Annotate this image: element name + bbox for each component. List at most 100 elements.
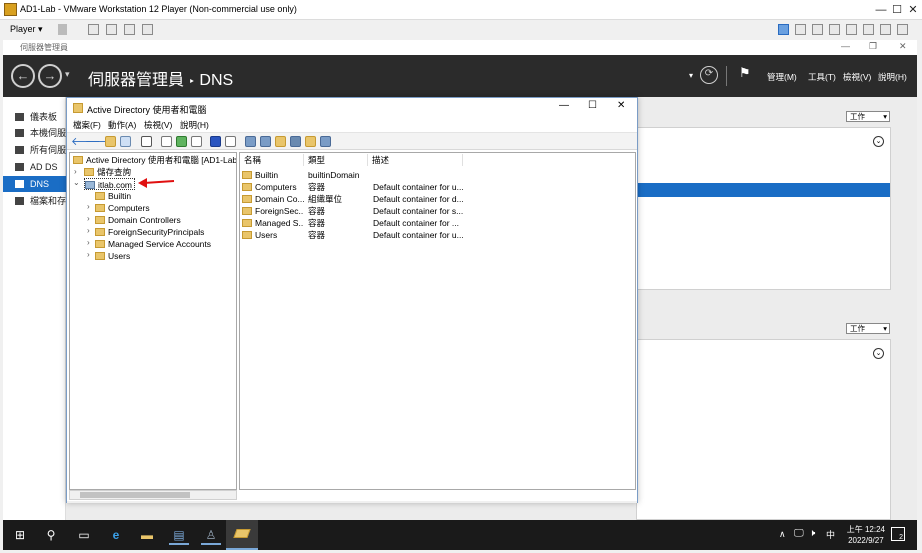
aduc-maximize-button[interactable]: ☐ xyxy=(588,100,597,111)
refresh-icon[interactable]: ⟳ xyxy=(700,66,718,84)
sm-minimize-button[interactable]: — xyxy=(841,41,850,51)
server-manager-taskbar-icon[interactable]: ▤ xyxy=(169,525,189,545)
menu-action[interactable]: 動作(A) xyxy=(108,119,136,131)
dns-console-taskbar-icon[interactable]: ♙ xyxy=(201,525,221,545)
tree-item-domain[interactable]: itlab.com xyxy=(84,178,136,190)
expand-arrow-icon[interactable]: › xyxy=(87,250,90,259)
device-status-icon[interactable] xyxy=(812,24,823,35)
search-icon[interactable]: ⚲ xyxy=(41,525,61,545)
expand-arrow-icon[interactable]: › xyxy=(87,202,90,211)
removable-devices-icon[interactable] xyxy=(106,24,117,35)
device-status-icon[interactable] xyxy=(846,24,857,35)
expand-arrow-icon[interactable]: › xyxy=(87,226,90,235)
show-console-icon[interactable] xyxy=(225,136,236,147)
fullscreen-icon[interactable] xyxy=(124,24,135,35)
network-icon[interactable]: 🖵 xyxy=(794,528,804,539)
list-row-name[interactable]: Domain Co... xyxy=(242,193,304,205)
refresh-icon[interactable] xyxy=(176,136,187,147)
system-clock[interactable]: 上午 12:24 2022/9/27 xyxy=(847,524,885,546)
tasks-dropdown-2[interactable]: 工作 ▾ xyxy=(846,323,890,334)
column-header-name[interactable]: 名稱 xyxy=(240,154,304,166)
device-status-icon[interactable] xyxy=(829,24,840,35)
menu-view[interactable]: 檢視(V) xyxy=(144,119,172,131)
tree-root[interactable]: Active Directory 使用者和電腦 [AD1-Lab.itl xyxy=(73,154,236,166)
add-to-group-icon[interactable] xyxy=(320,136,331,147)
tree-item-builtin[interactable]: Builtin xyxy=(95,190,131,202)
menu-manage[interactable]: 管理(M) xyxy=(767,71,797,83)
send-ctrl-alt-del-icon[interactable] xyxy=(88,24,99,35)
up-folder-icon[interactable] xyxy=(105,136,116,147)
file-explorer-icon[interactable]: ▬ xyxy=(137,525,157,545)
forward-icon[interactable]: → xyxy=(38,64,62,88)
refresh-dropdown-icon[interactable]: ▾ xyxy=(689,71,693,80)
internet-explorer-icon[interactable]: e xyxy=(106,525,126,545)
device-status-icon[interactable] xyxy=(897,24,908,35)
tree-item-computers[interactable]: Computers xyxy=(95,202,150,214)
tasks-dropdown[interactable]: 工作 ▾ xyxy=(846,111,890,122)
new-group-icon[interactable] xyxy=(260,136,271,147)
list-row-name[interactable]: Managed S... xyxy=(242,217,304,229)
export-list-icon[interactable] xyxy=(191,136,202,147)
menu-help[interactable]: 說明(H) xyxy=(878,71,907,83)
menu-view[interactable]: 檢視(V) xyxy=(843,71,871,83)
tree-item-users[interactable]: Users xyxy=(95,250,130,262)
show-hidden-icons-icon[interactable]: ∧ xyxy=(779,529,786,540)
scrollbar-thumb[interactable] xyxy=(80,492,190,498)
device-status-icon[interactable] xyxy=(880,24,891,35)
tree-item-managed-service-accounts[interactable]: Managed Service Accounts xyxy=(95,238,211,250)
collapse-arrow-icon[interactable]: ⌄ xyxy=(73,178,80,187)
sm-restore-button[interactable]: ❐ xyxy=(869,41,877,52)
column-header-description[interactable]: 描述 xyxy=(368,154,463,166)
list-row-name[interactable]: Computers xyxy=(242,181,304,193)
menu-file[interactable]: 檔案(F) xyxy=(73,119,101,131)
nav-item-ad-ds[interactable]: AD DS xyxy=(3,159,66,175)
task-view-icon[interactable]: ▭ xyxy=(74,525,94,545)
device-status-icon[interactable] xyxy=(863,24,874,35)
aduc-minimize-button[interactable]: — xyxy=(559,100,569,111)
start-windows-icon[interactable]: ⊞ xyxy=(10,525,30,545)
close-button[interactable]: ✕ xyxy=(904,0,922,20)
tree-item-domain-controllers[interactable]: Domain Controllers xyxy=(95,214,181,226)
nav-item-local-server[interactable]: 本機伺服 xyxy=(3,125,66,141)
copy-icon[interactable] xyxy=(141,136,152,147)
filter-icon[interactable] xyxy=(290,136,301,147)
pause-icon[interactable] xyxy=(58,24,67,35)
expand-arrow-icon[interactable]: › xyxy=(87,214,90,223)
nav-item-file-storage[interactable]: 檔案和存 xyxy=(3,193,66,209)
expand-arrow-icon[interactable]: › xyxy=(74,167,77,176)
tree-item-foreign-security-principals[interactable]: ForeignSecurityPrincipals xyxy=(95,226,204,238)
tree-horizontal-scrollbar[interactable] xyxy=(69,490,237,500)
tree-item-saved-queries[interactable]: 儲存查詢 xyxy=(84,166,131,178)
menu-tools[interactable]: 工具(T) xyxy=(808,71,836,83)
show-tree-icon[interactable] xyxy=(120,136,131,147)
nav-item-dns[interactable]: DNS xyxy=(3,176,66,192)
nav-item-all-servers[interactable]: 所有伺服 xyxy=(3,142,66,158)
back-icon[interactable]: ← xyxy=(11,64,35,88)
column-header-type[interactable]: 類型 xyxy=(304,154,368,166)
expand-icon[interactable]: ⌄ xyxy=(873,136,884,147)
list-row-name[interactable]: Users xyxy=(242,229,304,241)
volume-icon[interactable]: 🕨 xyxy=(809,528,815,539)
list-row-name[interactable]: Builtin xyxy=(242,169,304,181)
aduc-taskbar-button[interactable] xyxy=(226,520,258,550)
help-icon[interactable] xyxy=(210,136,221,147)
aduc-close-button[interactable]: ✕ xyxy=(617,100,625,111)
device-status-icon[interactable] xyxy=(778,24,789,35)
menu-help[interactable]: 說明(H) xyxy=(180,119,209,131)
new-ou-icon[interactable] xyxy=(275,136,286,147)
expand-arrow-icon[interactable]: › xyxy=(87,238,90,247)
properties-icon[interactable] xyxy=(161,136,172,147)
new-user-icon[interactable] xyxy=(245,136,256,147)
action-center-icon[interactable]: 2 xyxy=(891,527,905,541)
notifications-flag-icon[interactable]: ⚑ xyxy=(739,65,751,81)
ime-indicator[interactable]: 中 xyxy=(826,528,835,541)
sm-close-button[interactable]: ✕ xyxy=(899,41,907,52)
history-dropdown-icon[interactable]: ▾ xyxy=(65,69,70,80)
find-icon[interactable] xyxy=(305,136,316,147)
nav-item-dashboard[interactable]: 儀表板 xyxy=(3,109,66,125)
breadcrumb-root[interactable]: 伺服器管理員 xyxy=(88,72,184,89)
unity-icon[interactable] xyxy=(142,24,153,35)
expand-icon[interactable]: ⌄ xyxy=(873,348,884,359)
device-status-icon[interactable] xyxy=(795,24,806,35)
selected-server-row[interactable] xyxy=(637,183,890,197)
